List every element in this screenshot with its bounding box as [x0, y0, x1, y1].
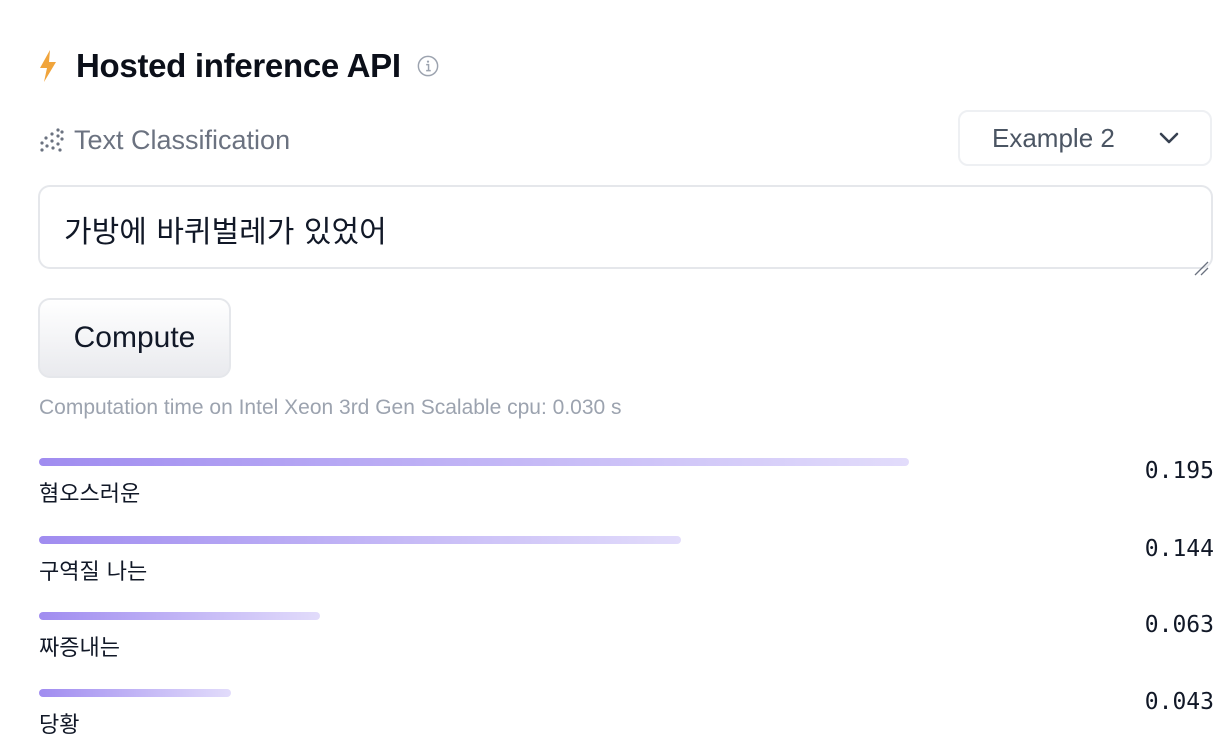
- info-icon[interactable]: [417, 55, 439, 77]
- widget-title: Hosted inference API: [76, 47, 401, 84]
- text-input-value: 가방에 바퀴벌레가 있었어: [64, 215, 387, 250]
- result-label: 구역질 나는: [39, 560, 148, 585]
- computation-time: Computation time on Intel Xeon 3rd Gen S…: [39, 396, 622, 419]
- lightning-icon: [38, 49, 60, 83]
- result-row: 혐오스러운 0.195: [39, 458, 1214, 518]
- example-select[interactable]: Example 2: [958, 110, 1212, 166]
- task-label: Text Classification: [74, 124, 291, 155]
- result-label: 혐오스러운: [39, 482, 141, 507]
- example-select-value: Example 2: [992, 122, 1115, 153]
- compute-button[interactable]: Compute: [38, 298, 231, 378]
- result-score: 0.144: [1144, 536, 1214, 562]
- task-type: Text Classification: [38, 120, 290, 160]
- result-label: 당황: [39, 713, 80, 738]
- result-score: 0.195: [1144, 458, 1214, 484]
- result-bar: [39, 612, 320, 620]
- result-bar: [39, 536, 681, 544]
- text-input[interactable]: 가방에 바퀴벌레가 있었어: [38, 185, 1213, 276]
- widget-header: Hosted inference API: [38, 44, 439, 88]
- result-score: 0.043: [1144, 689, 1214, 715]
- result-label: 짜증내는: [39, 636, 120, 661]
- chevron-down-icon: [1158, 127, 1180, 149]
- result-row: 당황 0.043: [39, 689, 1214, 749]
- text-classification-icon: [38, 126, 66, 154]
- result-row: 구역질 나는 0.144: [39, 536, 1214, 596]
- result-score: 0.063: [1144, 612, 1214, 638]
- result-row: 짜증내는 0.063: [39, 612, 1214, 672]
- result-bar: [39, 458, 909, 466]
- resize-handle-icon[interactable]: [1193, 249, 1209, 276]
- result-bar: [39, 689, 231, 697]
